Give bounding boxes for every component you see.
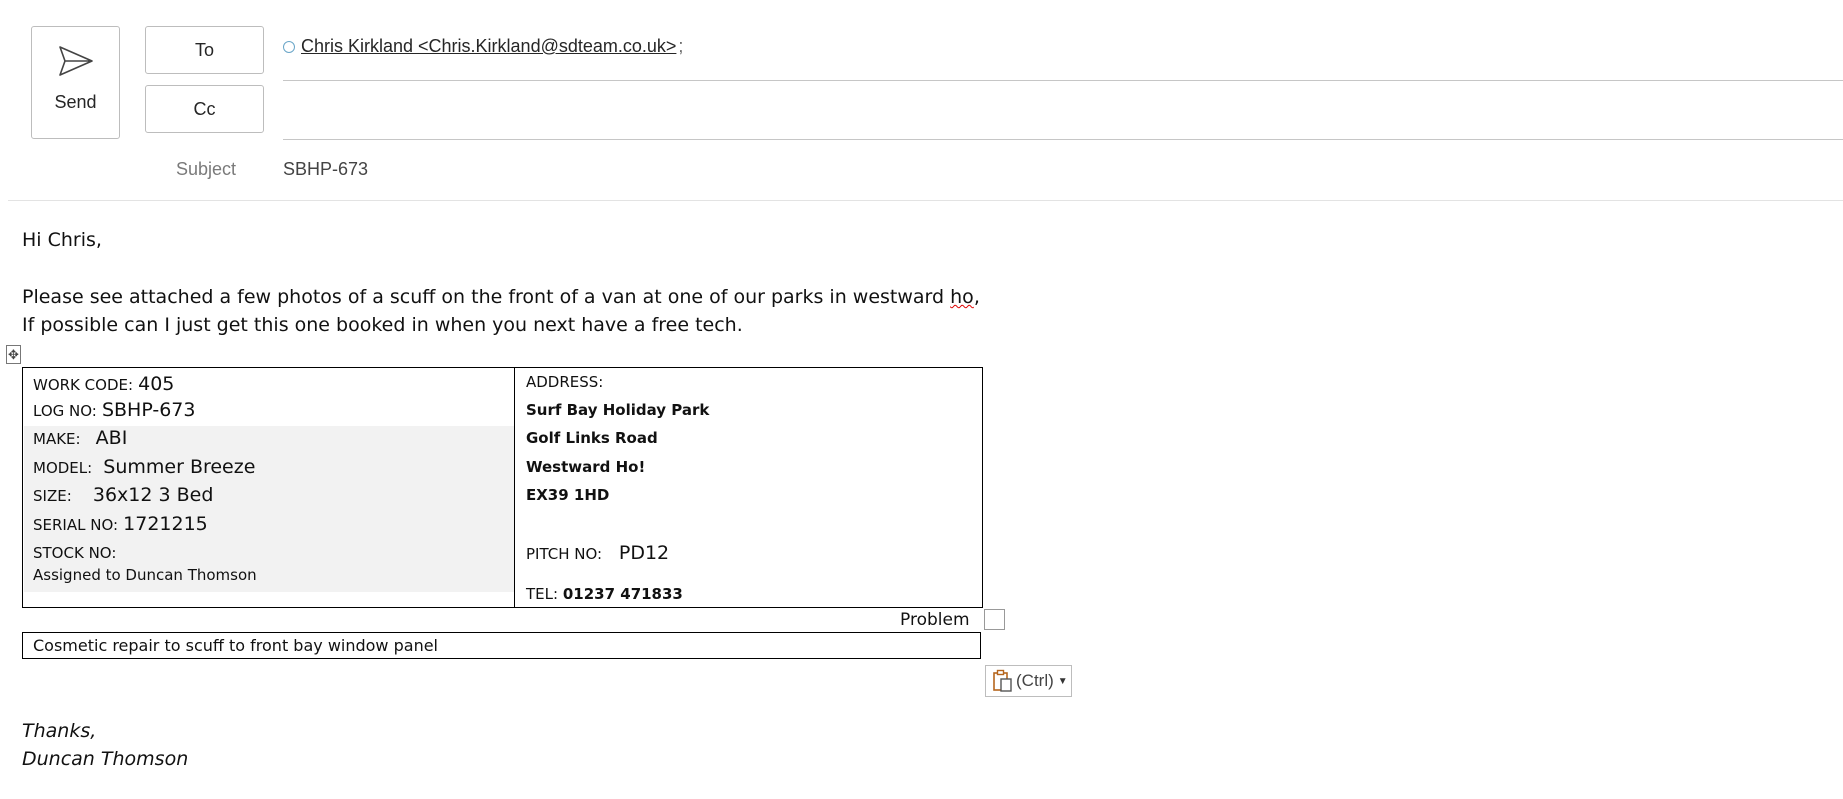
size-row: SIZE: 36x12 3 Bed	[33, 484, 213, 506]
stock-label: STOCK NO:	[33, 544, 117, 562]
paste-options-button[interactable]: (Ctrl) ▼	[985, 665, 1072, 697]
to-field-underline	[283, 80, 1843, 81]
work-code-row: WORK CODE: 405	[33, 373, 174, 395]
pitch-row: PITCH NO: PD12	[526, 542, 669, 564]
cc-field-underline	[283, 139, 1843, 140]
to-recipient[interactable]: Chris Kirkland <Chris.Kirkland@sdteam.co…	[301, 36, 676, 57]
body-paragraph-1: Please see attached a few photos of a sc…	[22, 286, 980, 308]
make-label: MAKE:	[33, 430, 81, 448]
cc-field[interactable]	[283, 92, 1843, 132]
assigned-text: Assigned to Duncan Thomson	[33, 566, 257, 584]
clipboard-icon	[993, 669, 1012, 692]
serial-value: 1721215	[123, 513, 208, 535]
greeting: Hi Chris,	[22, 229, 102, 251]
tel-row: TEL: 01237 471833	[526, 585, 683, 603]
to-field[interactable]: Chris Kirkland <Chris.Kirkland@sdteam.co…	[283, 36, 683, 57]
signature-name: Duncan Thomson	[22, 748, 189, 770]
pitch-label: PITCH NO:	[526, 545, 603, 563]
cc-button[interactable]: Cc	[145, 85, 264, 133]
para1-text: Please see attached a few photos of a sc…	[22, 286, 951, 308]
assigned-row: Assigned to Duncan Thomson	[33, 565, 257, 584]
spelling-flagged-word[interactable]: ho	[950, 286, 974, 308]
problem-label: Problem	[900, 610, 970, 630]
address-line-3: Westward Ho!	[526, 458, 646, 476]
log-no-label: LOG NO:	[33, 402, 97, 420]
subject-field[interactable]: SBHP-673	[283, 159, 368, 180]
send-button[interactable]: Send	[31, 26, 120, 139]
table-move-handle-icon[interactable]: ✥	[6, 345, 21, 364]
work-code-value: 405	[138, 373, 175, 395]
tel-value: 01237 471833	[562, 585, 683, 603]
paste-options-label: (Ctrl)	[1016, 671, 1054, 690]
stock-row: STOCK NO:	[33, 541, 116, 563]
problem-checkbox[interactable]	[984, 609, 1005, 630]
address-line-2: Golf Links Road	[526, 429, 658, 447]
send-label: Send	[54, 92, 97, 112]
body-paragraph-2: If possible can I just get this one book…	[22, 314, 743, 336]
serial-label: SERIAL NO:	[33, 516, 119, 534]
address-label: ADDRESS:	[526, 373, 604, 391]
header-divider	[8, 200, 1843, 201]
make-value: ABI	[95, 427, 128, 449]
table-column-divider	[514, 368, 515, 607]
presence-icon	[283, 40, 295, 53]
send-icon	[58, 46, 93, 76]
para1-end: ,	[973, 286, 980, 308]
log-no-row: LOG NO: SBHP-673	[33, 399, 195, 421]
model-label: MODEL:	[33, 459, 93, 477]
pitch-value: PD12	[618, 542, 670, 564]
size-label: SIZE:	[33, 487, 72, 505]
serial-row: SERIAL NO: 1721215	[33, 513, 208, 535]
work-code-label: WORK CODE:	[33, 376, 134, 394]
size-value: 36x12 3 Bed	[92, 484, 214, 506]
address-line-4: EX39 1HD	[526, 486, 610, 504]
recipient-separator: ;	[678, 36, 684, 56]
chevron-down-icon: ▼	[1057, 675, 1068, 687]
make-row: MAKE: ABI	[33, 427, 127, 449]
to-button[interactable]: To	[145, 26, 264, 74]
log-no-value: SBHP-673	[101, 399, 196, 421]
tel-label: TEL:	[526, 585, 559, 603]
subject-label: Subject	[176, 159, 237, 179]
signature-thanks: Thanks,	[22, 720, 97, 742]
address-line-1: Surf Bay Holiday Park	[526, 401, 710, 419]
model-value: Summer Breeze	[103, 456, 256, 478]
problem-description[interactable]: Cosmetic repair to scuff to front bay wi…	[22, 632, 981, 659]
job-info-table: WORK CODE: 405 LOG NO: SBHP-673 MAKE: AB…	[22, 367, 983, 608]
model-row: MODEL: Summer Breeze	[33, 456, 255, 478]
